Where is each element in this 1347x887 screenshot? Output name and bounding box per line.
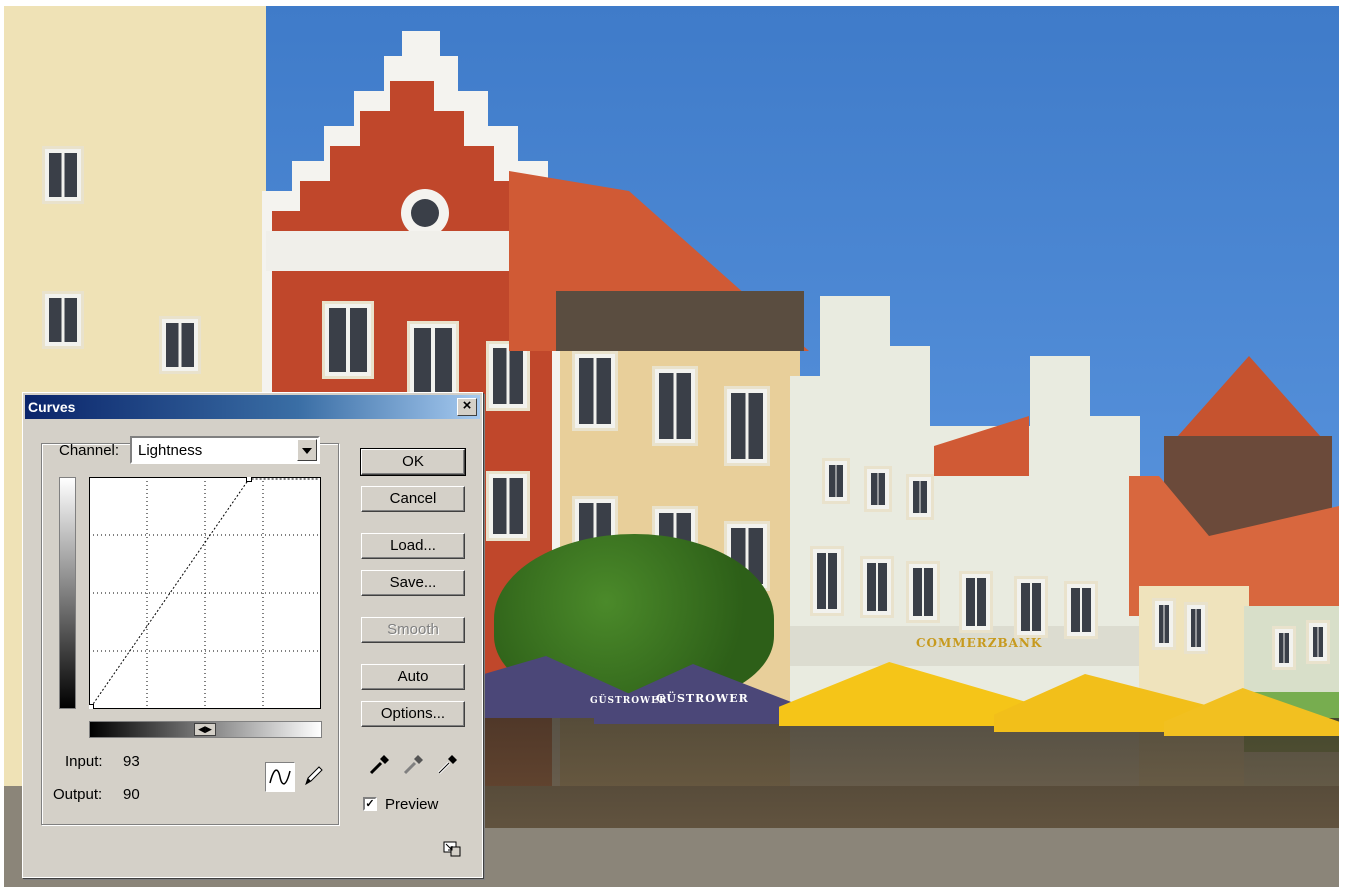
eyedropper-gray-icon[interactable] [401, 751, 427, 777]
cancel-button[interactable]: Cancel [361, 486, 465, 512]
gradient-toggle-button[interactable]: ◀▶ [194, 723, 216, 736]
input-value: 93 [123, 753, 140, 770]
tan-cornice [556, 291, 804, 351]
window [572, 351, 618, 431]
auto-button[interactable]: Auto [361, 664, 465, 690]
eyedropper-white-icon[interactable] [435, 751, 461, 777]
output-value: 90 [123, 786, 140, 803]
round-window-glass [411, 199, 439, 227]
expand-icon[interactable] [441, 839, 463, 859]
channel-select[interactable]: Lightness [130, 436, 320, 464]
window [486, 471, 530, 541]
window [1272, 626, 1296, 670]
window [860, 556, 894, 618]
window [407, 321, 459, 399]
chevron-down-icon[interactable] [297, 439, 317, 461]
window [159, 316, 201, 374]
channel-label: Channel: [59, 442, 120, 459]
window [864, 466, 892, 512]
window [652, 366, 698, 446]
save-button[interactable]: Save... [361, 570, 465, 596]
church-roof [1169, 356, 1329, 446]
window [724, 386, 770, 466]
input-gradient-bar: ◀▶ [89, 721, 322, 738]
window [42, 291, 84, 349]
smooth-button[interactable]: Smooth [361, 617, 465, 643]
curve-point[interactable] [89, 704, 94, 710]
window [1064, 581, 1098, 639]
window [906, 561, 940, 623]
close-button[interactable]: × [457, 398, 477, 416]
window [810, 546, 844, 616]
window [822, 458, 850, 504]
curves-dialog: Curves × Channel: Lightness ◀▶ Input: 93… [22, 392, 483, 878]
window [1184, 602, 1208, 654]
close-icon: × [462, 397, 472, 414]
commerzbank-sign: COMMERZBANK [916, 636, 1043, 650]
preview-label: Preview [385, 796, 439, 813]
window [486, 341, 530, 411]
window [1014, 576, 1048, 638]
output-gradient-bar [59, 477, 76, 709]
pencil-tool-button[interactable] [299, 762, 329, 792]
window [42, 146, 84, 204]
window [1306, 620, 1330, 664]
options-button[interactable]: Options... [361, 701, 465, 727]
channel-value: Lightness [138, 442, 203, 459]
curve-graph[interactable] [89, 477, 321, 709]
curve-tool-icon [269, 769, 291, 785]
window [959, 571, 993, 633]
dialog-title: Curves [28, 399, 76, 415]
output-label: Output: [53, 786, 103, 803]
preview-checkbox[interactable]: ✓ [363, 797, 377, 811]
title-bar[interactable]: Curves × [25, 395, 480, 419]
curve-point[interactable] [246, 477, 252, 482]
input-label: Input: [65, 753, 103, 770]
red-roof-middle [934, 416, 1029, 476]
ok-button[interactable]: OK [360, 448, 466, 476]
load-button[interactable]: Load... [361, 533, 465, 559]
window [1152, 598, 1176, 650]
curve-tool-button[interactable] [265, 762, 295, 792]
pencil-icon [305, 766, 323, 786]
eyedropper-black-icon[interactable] [367, 751, 393, 777]
checkmark-icon: ✓ [365, 798, 375, 810]
gustrower-sign: GÜSTROWER [656, 692, 749, 705]
window [322, 301, 374, 379]
window [906, 474, 934, 520]
